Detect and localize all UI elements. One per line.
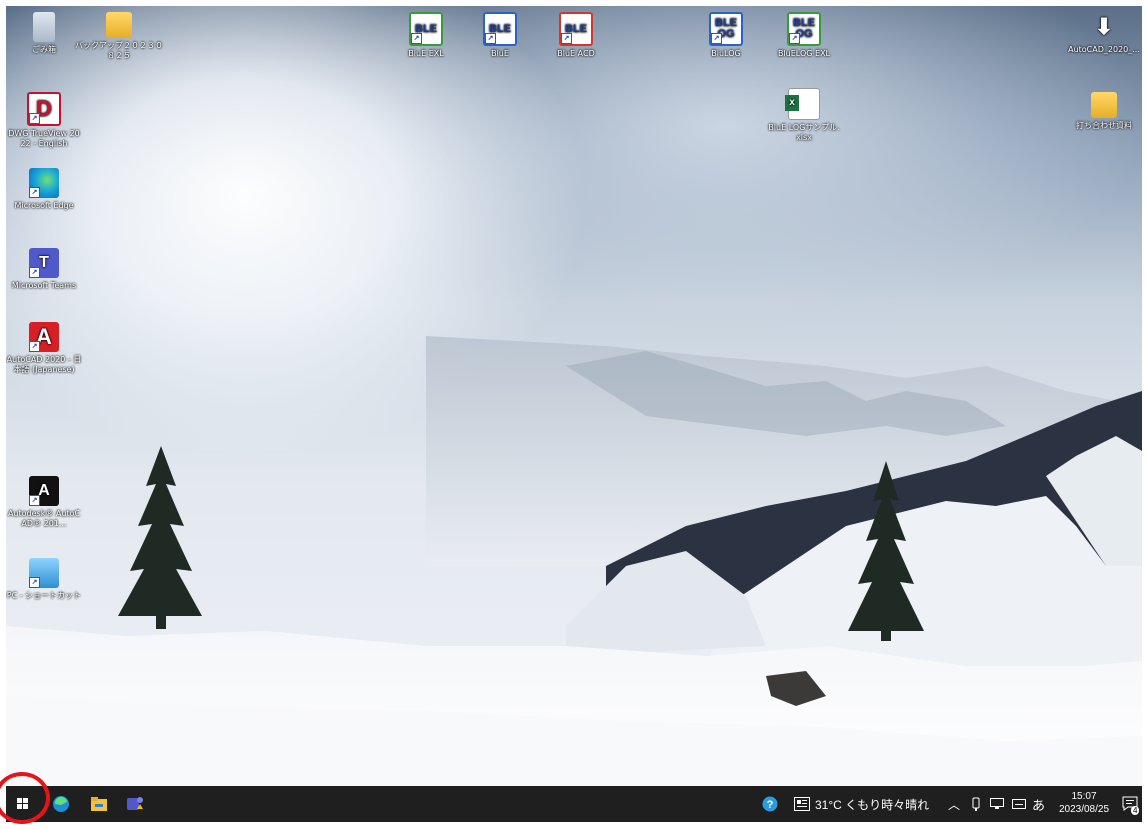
shortcut-arrow-icon: ↗ — [29, 187, 40, 198]
notification-count-badge: 4 — [1131, 806, 1140, 815]
desktop-icon-recycle-bin[interactable]: ごみ箱 — [6, 12, 82, 55]
icon-label: BluLOG — [711, 49, 741, 58]
wallpaper-scenery — [6, 336, 1142, 786]
shortcut-arrow-icon: ↗ — [29, 341, 40, 352]
desktop-icon-pc-shortcut[interactable]: ↗ PC - ショートカット — [6, 558, 82, 601]
icon-label: バックアップ２０２３０８２５ — [75, 41, 163, 60]
chevron-up-icon: ︿ — [948, 797, 961, 812]
icon-label: BluE LOGサンプル.xlsx — [768, 123, 840, 142]
desktop-icon-backup-folder[interactable]: バックアップ２０２３０８２５ — [74, 12, 164, 61]
file-explorer-icon — [91, 797, 107, 811]
shortcut-arrow-icon: ↗ — [711, 33, 722, 44]
shortcut-arrow-icon: ↗ — [29, 577, 40, 588]
pen-device-icon — [972, 797, 980, 811]
icon-label: PC - ショートカット — [6, 591, 82, 600]
desktop-icon-blue-acd[interactable]: BLE ↗ BluE ACD — [538, 12, 614, 59]
icon-label: BluE EXL — [408, 49, 444, 58]
folder-icon — [1091, 92, 1117, 118]
svg-text:?: ? — [767, 799, 774, 811]
dwg-trueview-icon: D ↗ — [27, 92, 61, 126]
desktop-icon-bluelog-sample-xlsx[interactable]: BluE LOGサンプル.xlsx — [766, 88, 842, 143]
teams-icon: T ↗ — [29, 248, 59, 278]
desktop-icon-bluelog-exl[interactable]: BLE OG ↗ BluELOG EXL — [766, 12, 842, 59]
autocad-uninstall-icon: A ↗ — [29, 476, 59, 506]
recycle-bin-icon — [33, 12, 55, 42]
weather-widget[interactable]: 31°C くもり時々晴れ — [794, 786, 929, 822]
desktop-icon-blulog[interactable]: BLE OG ↗ BluLOG — [688, 12, 764, 59]
desktop-icon-edge[interactable]: ↗ Microsoft Edge — [6, 168, 82, 211]
desktop-icon-blue[interactable]: BLE ↗ BluE — [462, 12, 538, 59]
folder-icon — [106, 12, 132, 38]
taskbar: ? 31°C くもり時々晴れ ︿ あ 15:07 2023/08/25 4 — [6, 786, 1142, 822]
icon-label: BluELOG EXL — [777, 49, 831, 58]
desktop-icon-meeting-folder[interactable]: 打ち合わせ資料 — [1066, 92, 1142, 131]
notification-center-button[interactable]: 4 — [1122, 786, 1140, 822]
bluelog-exl-icon: BLE OG ↗ — [787, 12, 821, 46]
edge-icon — [53, 796, 69, 812]
ime-mode-text: あ — [1032, 797, 1046, 813]
edge-icon: ↗ — [29, 168, 59, 198]
clock-time: 15:07 — [1071, 791, 1097, 802]
desktop-icon-dwg-trueview[interactable]: D ↗ DWG TrueView 2022 - English — [6, 92, 82, 149]
clock[interactable]: 15:07 2023/08/25 — [1046, 790, 1122, 816]
autocad-download-icon: ⬇ — [1094, 14, 1114, 39]
shortcut-arrow-icon: ↗ — [485, 33, 496, 44]
shortcut-arrow-icon: ↗ — [411, 33, 422, 44]
icon-label: BluE ACD — [557, 49, 595, 58]
pc-shortcut-icon: ↗ — [29, 558, 59, 588]
desktop-wallpaper: ごみ箱 バックアップ２０２３０８２５ D ↗ DWG TrueView 2022 … — [6, 6, 1142, 786]
desktop-icon-blue-exl[interactable]: BLE ↗ BluE EXL — [388, 12, 464, 59]
blue-acd-icon: BLE ↗ — [559, 12, 593, 46]
shortcut-arrow-icon: ↗ — [789, 33, 800, 44]
icon-label: AutoCAD 2020 - 日本語 (Japanese) — [6, 355, 82, 374]
help-button[interactable]: ? — [762, 786, 778, 822]
teams-icon — [127, 797, 143, 810]
icon-label: ごみ箱 — [32, 45, 56, 54]
icon-label: BluE — [491, 49, 509, 58]
ime-indicator[interactable]: あ — [1032, 786, 1045, 822]
icon-label: Microsoft Edge — [14, 201, 74, 210]
keyboard-icon — [1012, 799, 1026, 809]
weather-text: 31°C くもり時々晴れ — [815, 797, 930, 812]
icon-label: Microsoft Teams — [11, 281, 77, 290]
tray-network-button[interactable] — [990, 786, 1004, 822]
desktop-icon-teams[interactable]: T ↗ Microsoft Teams — [6, 248, 82, 291]
shortcut-arrow-icon: ↗ — [29, 495, 40, 506]
desktop-icon-autocad-download[interactable]: ⬇ AutoCAD_2020_... — [1066, 12, 1142, 55]
shortcut-arrow-icon: ↗ — [29, 113, 40, 124]
show-hidden-icons-button[interactable]: ︿ — [948, 786, 960, 822]
taskbar-file-explorer-button[interactable] — [82, 786, 116, 822]
clock-date: 2023/08/25 — [1058, 804, 1110, 815]
tray-keyboard-button[interactable] — [1012, 786, 1026, 822]
shortcut-arrow-icon: ↗ — [561, 33, 572, 44]
news-weather-icon — [794, 797, 810, 811]
excel-file-icon — [785, 88, 820, 120]
icon-label: Autodesk® AutoCAD® 201... — [7, 509, 81, 528]
icon-label: AutoCAD_2020_... — [1068, 45, 1140, 54]
shortcut-arrow-icon: ↗ — [29, 267, 40, 278]
desktop-icon-autocad-uninstall[interactable]: A ↗ Autodesk® AutoCAD® 201... — [6, 476, 82, 529]
autocad-icon: A ↗ — [29, 322, 59, 352]
tray-onedrive-button[interactable] — [970, 786, 982, 822]
blue-exl-icon: BLE ↗ — [409, 12, 443, 46]
network-icon — [990, 798, 1004, 809]
blue-icon: BLE ↗ — [483, 12, 517, 46]
help-icon: ? — [762, 796, 778, 812]
icon-label: 打ち合わせ資料 — [1076, 121, 1132, 130]
taskbar-teams-button[interactable] — [118, 786, 152, 822]
icon-label: DWG TrueView 2022 - English — [8, 129, 80, 148]
blulog-icon: BLE OG ↗ — [709, 12, 743, 46]
desktop-icon-autocad[interactable]: A ↗ AutoCAD 2020 - 日本語 (Japanese) — [6, 322, 82, 375]
